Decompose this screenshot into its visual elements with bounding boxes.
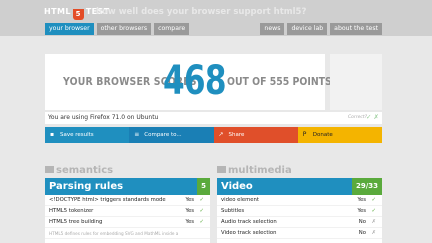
row-label: HTML5 tokenizer — [49, 208, 94, 214]
test-row[interactable]: <!DOCTYPE html> triggers standards mode Y… — [45, 195, 210, 206]
tagline: how well does your browser support html5… — [96, 7, 307, 17]
test-row[interactable]: Audio track selection No ✗ — [217, 217, 382, 228]
section-semantics: semantics — [45, 165, 113, 176]
check-icon: ✓ — [371, 197, 376, 203]
check-icon: ✓ — [199, 197, 204, 203]
donate-button[interactable]: P Donate — [297, 127, 382, 143]
test-row[interactable]: video element Yes ✓ — [217, 195, 382, 206]
section-semantics-label: semantics — [56, 165, 114, 176]
test-row[interactable]: Subtitles Yes ✓ — [217, 206, 382, 217]
section-multimedia: multimedia — [217, 165, 292, 176]
panel-header[interactable]: Parsing rules 5 — [45, 178, 210, 195]
test-row[interactable]: Video track selection No ✗ — [217, 228, 382, 239]
row-label: HTML5 tree building — [49, 219, 103, 225]
row-value: No — [358, 230, 366, 236]
row-label: HTML5 defines rules for embedding SVG an… — [49, 231, 179, 236]
score-value: 468 — [163, 58, 227, 104]
row-label: Video track selection — [221, 230, 277, 236]
row-label: Audio track selection — [221, 219, 277, 225]
donate-label: Donate — [312, 132, 333, 138]
score-suffix: OUT OF 555 POINTS — [227, 75, 332, 88]
tab-device-lab[interactable]: device lab — [287, 23, 328, 35]
share-button[interactable]: ↗ Share — [213, 127, 298, 143]
check-icon: ✓ — [199, 208, 204, 214]
html5-shield-icon: 5 — [72, 9, 84, 20]
panel-header[interactable]: Video 29/33 — [217, 178, 382, 195]
multimedia-icon — [217, 166, 226, 173]
secondary-nav: news device lab about the test — [260, 23, 382, 35]
correct-label: Correct? — [348, 115, 367, 120]
useragent-text: You are using Firefox 71.0 on Ubuntu — [48, 114, 159, 121]
parsing-rules-panel: Parsing rules 5 <!DOCTYPE html> triggers… — [45, 178, 210, 243]
cross-icon: ✗ — [371, 230, 376, 236]
tab-your-browser[interactable]: your browser — [45, 23, 94, 35]
panel-score: 29/33 — [351, 178, 382, 195]
tab-news[interactable]: news — [260, 23, 285, 35]
compare-label: Compare to... — [144, 132, 182, 138]
check-icon: ✓ — [199, 219, 204, 225]
tab-about[interactable]: about the test — [330, 23, 382, 35]
tab-compare[interactable]: compare — [154, 23, 190, 35]
side-panel — [330, 54, 382, 110]
save-results-label: Save results — [60, 132, 94, 138]
tab-other-browsers[interactable]: other browsers — [96, 23, 152, 35]
test-row[interactable]: HTML5 tokenizer Yes ✓ — [45, 206, 210, 217]
panel-score: 5 — [197, 178, 210, 195]
row-value: Yes — [185, 208, 194, 214]
semantics-icon — [45, 166, 54, 173]
test-description: HTML5 defines rules for embedding SVG an… — [45, 228, 210, 239]
useragent-bar: You are using Firefox 71.0 on Ubuntu Cor… — [45, 112, 382, 124]
video-panel: Video 29/33 video element Yes ✓ Subtitles Y… — [217, 178, 382, 243]
row-value: No — [358, 219, 366, 225]
share-icon: ↗ — [218, 131, 224, 138]
row-label: Subtitles — [221, 208, 245, 214]
check-icon: ✓ — [371, 208, 376, 214]
section-multimedia-label: multimedia — [228, 165, 292, 176]
confirm-icons[interactable]: ✓ ✗ — [366, 113, 379, 121]
compare-icon: ≡ — [134, 131, 140, 138]
action-bar: ▪ Save results ≡ Compare to... ↗ Share P Don… — [45, 127, 382, 143]
panel-title: Video — [221, 181, 253, 192]
donate-icon: P — [302, 131, 307, 138]
logo-text-html: HTML — [44, 7, 71, 16]
save-icon: ▪ — [50, 131, 55, 138]
test-row[interactable]: HTML5 tree building Yes ✓ — [45, 217, 210, 228]
row-label: video element — [221, 197, 259, 203]
row-value: Yes — [185, 219, 194, 225]
site-header: HTML 5 TEST how well does your browser sup… — [0, 0, 432, 36]
share-label: Share — [228, 132, 245, 138]
row-label: <!DOCTYPE html> triggers standards mode — [49, 197, 166, 203]
cross-icon: ✗ — [371, 219, 376, 225]
save-results-button[interactable]: ▪ Save results — [45, 127, 130, 143]
panel-title: Parsing rules — [49, 181, 124, 192]
compare-button[interactable]: ≡ Compare to... — [129, 127, 214, 143]
score-box: YOUR BROWSER SCORES 468 OUT OF 555 POINT… — [45, 54, 332, 110]
row-value: Yes — [357, 208, 366, 214]
row-value: Yes — [357, 197, 366, 203]
main-nav: your browser other browsers compare — [45, 23, 190, 35]
row-value: Yes — [185, 197, 194, 203]
